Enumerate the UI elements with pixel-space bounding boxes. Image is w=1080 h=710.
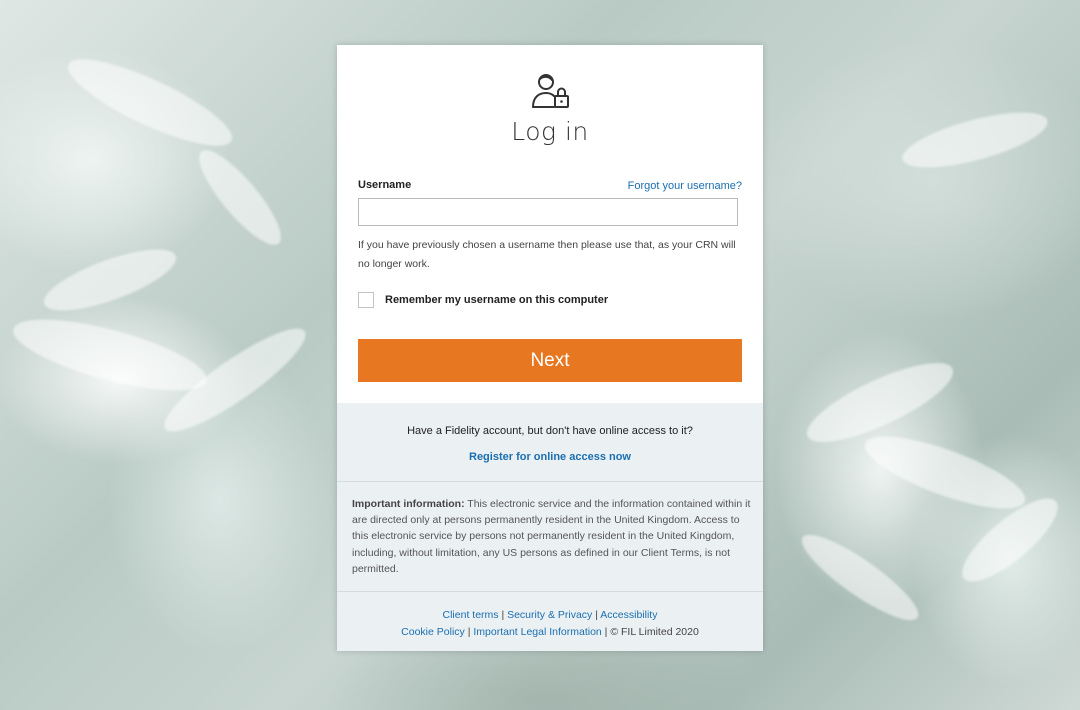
cookie-policy-link[interactable]: Cookie Policy (401, 626, 465, 638)
important-information: Important information: This electronic s… (352, 496, 752, 577)
client-terms-link[interactable]: Client terms (443, 609, 499, 621)
user-lock-icon (532, 74, 569, 108)
footer-links: Client terms | Security & Privacy | Acce… (337, 607, 763, 641)
copyright-text: © FIL Limited 2020 (610, 626, 699, 638)
page-title: Log in (511, 117, 589, 146)
divider (337, 591, 763, 592)
footer-row-1: Client terms | Security & Privacy | Acce… (337, 607, 763, 624)
username-label: Username (358, 179, 412, 191)
security-privacy-link[interactable]: Security & Privacy (507, 609, 592, 621)
login-form-section: Log in Username Forgot your username? If… (337, 45, 763, 403)
forgot-username-link[interactable]: Forgot your username? (628, 180, 742, 192)
username-input[interactable] (358, 198, 738, 226)
important-information-heading: Important information: (352, 498, 465, 510)
footer-row-2: Cookie Policy | Important Legal Informat… (337, 624, 763, 641)
accessibility-link[interactable]: Accessibility (600, 609, 657, 621)
no-online-access-text: Have a Fidelity account, but don't have … (407, 425, 693, 437)
divider (337, 481, 763, 482)
legal-information-link[interactable]: Important Legal Information (473, 626, 601, 638)
footer-separator: | (498, 609, 508, 621)
info-panel: Have a Fidelity account, but don't have … (337, 403, 763, 651)
remember-username-checkbox[interactable] (358, 292, 374, 308)
remember-username-label[interactable]: Remember my username on this computer (385, 294, 608, 306)
register-online-access-link[interactable]: Register for online access now (337, 451, 763, 463)
next-button[interactable]: Next (358, 339, 742, 382)
username-help-text: If you have previously chosen a username… (358, 239, 736, 270)
login-card: Log in Username Forgot your username? If… (337, 45, 763, 651)
